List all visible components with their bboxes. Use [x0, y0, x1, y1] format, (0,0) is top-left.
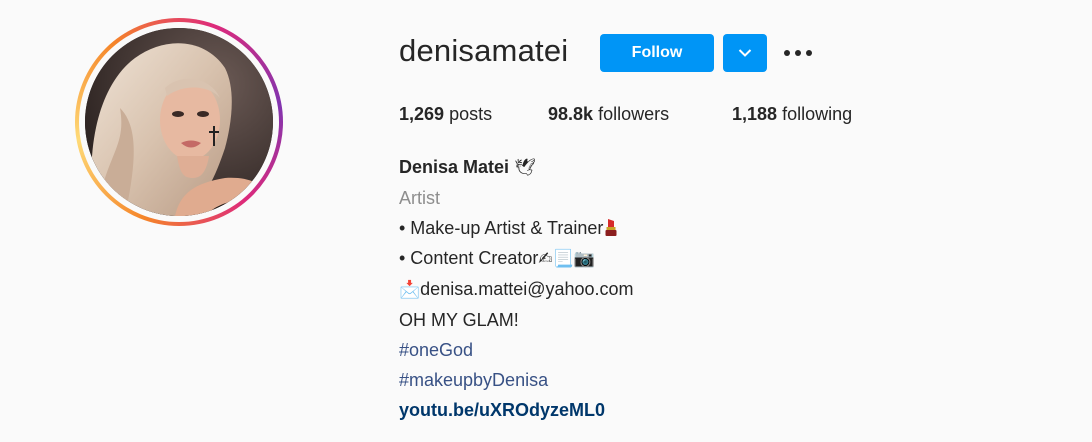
bio: Denisa Matei 🕊 Artist • Make-up Artist &… [399, 152, 634, 425]
dove-icon: 🕊 [514, 158, 536, 178]
posts-count: 1,269 [399, 104, 445, 124]
story-ring[interactable] [75, 18, 283, 226]
avatar-image [85, 28, 273, 216]
email: denisa.mattei@yahoo.com [420, 279, 634, 299]
posts-label: posts [449, 104, 493, 124]
bio-line-email: 📩denisa.mattei@yahoo.com [399, 274, 634, 305]
hashtag-makeupbydenisa[interactable]: #makeupbyDenisa [399, 365, 634, 395]
following-count: 1,188 [732, 104, 778, 124]
posts-stat: 1,269 posts [399, 104, 492, 125]
following-label: following [782, 104, 853, 124]
more-options-button[interactable] [780, 40, 816, 66]
suggested-accounts-button[interactable] [723, 34, 767, 72]
followers-count: 98.8k [548, 104, 594, 124]
follow-button[interactable]: Follow [600, 34, 714, 72]
bio-line-content: • Content Creator✍📃📷 [399, 243, 634, 274]
lipstick-icon [605, 219, 617, 236]
bio-line-makeup: • Make-up Artist & Trainer [399, 213, 634, 243]
envelope-icon: 📩 [399, 280, 421, 300]
profile-header: denisamatei Follow 1,269 posts 98.8k fol… [0, 0, 1092, 442]
hashtag-onegod[interactable]: #oneGod [399, 335, 634, 365]
writing-memo-camera-icons: ✍📃📷 [538, 249, 595, 269]
followers-label: followers [598, 104, 670, 124]
more-options-icon [784, 50, 812, 56]
chevron-down-icon [738, 49, 752, 57]
following-stat[interactable]: 1,188 following [732, 104, 852, 125]
bio-line-makeup-text: • Make-up Artist & Trainer [399, 218, 604, 238]
tagline: OH MY GLAM! [399, 310, 519, 330]
category: Artist [399, 188, 441, 208]
full-name: Denisa Matei [399, 157, 510, 177]
external-link[interactable]: youtu.be/uXROdyzeML0 [399, 395, 634, 425]
bio-name-line: Denisa Matei 🕊 [399, 152, 634, 183]
avatar[interactable] [85, 28, 273, 216]
bio-line-content-text: • Content Creator [399, 248, 539, 268]
followers-stat[interactable]: 98.8k followers [548, 104, 669, 125]
username: denisamatei [399, 33, 569, 68]
